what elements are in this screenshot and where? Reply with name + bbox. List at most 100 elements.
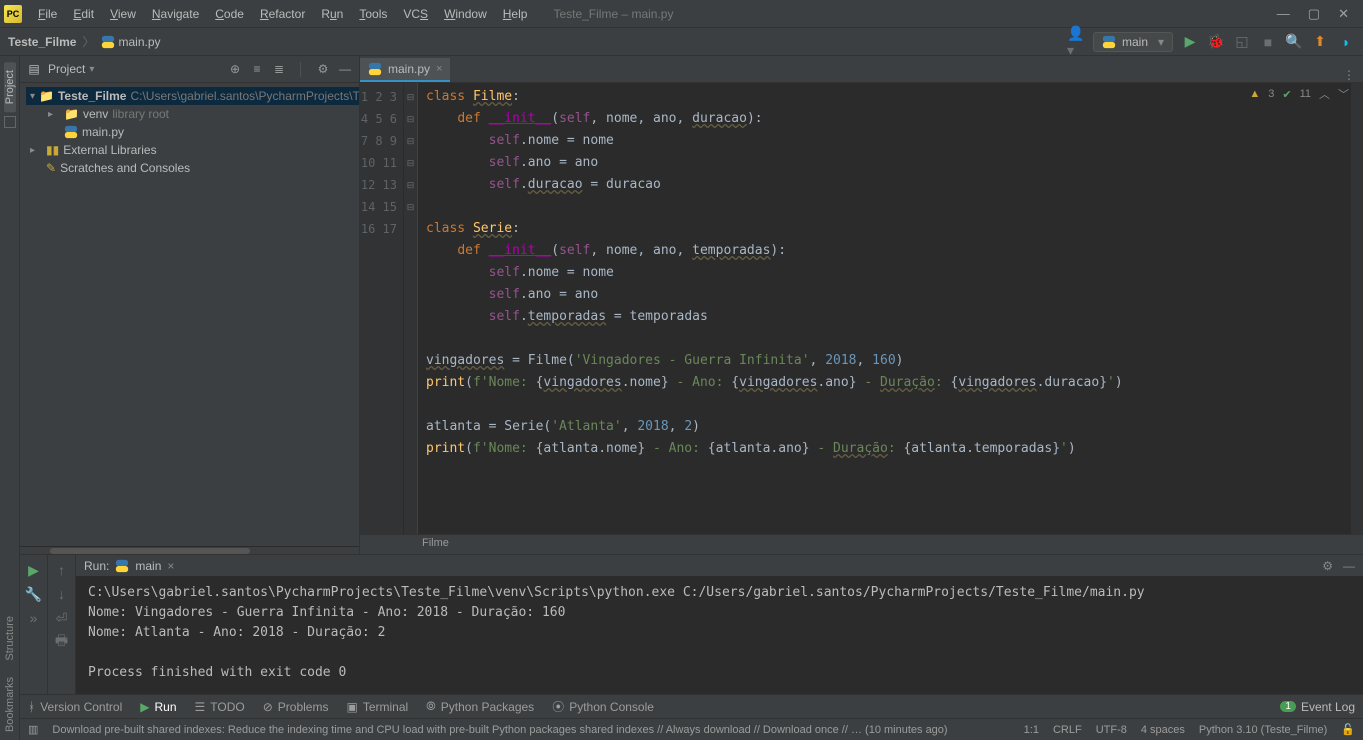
- menu-view[interactable]: View: [104, 5, 142, 23]
- close-tab-icon[interactable]: ×: [436, 63, 442, 75]
- line-number-gutter[interactable]: 1 2 3 4 5 6 7 8 9 10 11 12 13 14 15 16 1…: [360, 83, 404, 534]
- tree-file-main[interactable]: main.py: [26, 123, 359, 141]
- editor-breadcrumbs[interactable]: Filme: [360, 534, 1363, 554]
- status-bar: ▥ Download pre-built shared indexes: Red…: [20, 718, 1363, 740]
- print-icon[interactable]: 🖶: [53, 633, 71, 651]
- chevron-down-icon: ▾: [1158, 35, 1164, 49]
- minimize-button[interactable]: —: [1277, 6, 1290, 22]
- breadcrumb-project[interactable]: Teste_Filme: [8, 35, 76, 49]
- run-settings-icon[interactable]: ⚙: [1322, 559, 1333, 573]
- editor: main.py × ⋮ 1 2 3 4 5 6 7 8 9 10 11 12 1…: [360, 56, 1363, 554]
- tab-main-py[interactable]: main.py ×: [360, 58, 450, 82]
- chevron-down-icon: ▾: [89, 64, 94, 75]
- code-with-me-icon[interactable]: ◗: [1337, 33, 1355, 51]
- tree-external-libs[interactable]: ▸ ▮▮ External Libraries: [26, 141, 359, 159]
- step-down-icon[interactable]: ↓: [53, 585, 71, 603]
- debug-button[interactable]: 🐞: [1207, 33, 1225, 51]
- ide-update-icon[interactable]: ⬆: [1311, 33, 1329, 51]
- divider: │: [293, 61, 309, 77]
- collapse-all-icon[interactable]: ≣: [271, 61, 287, 77]
- project-tree[interactable]: ▾ 📁 Teste_Filme C:\Users\gabriel.santos\…: [20, 83, 359, 546]
- stop-button[interactable]: ■: [1259, 33, 1277, 51]
- run-config-selector[interactable]: main ▾: [1093, 32, 1173, 52]
- step-up-icon[interactable]: ↑: [53, 561, 71, 579]
- run-actions-secondary: ↑ ↓ ⏎ 🖶: [48, 555, 76, 694]
- status-indent[interactable]: 4 spaces: [1141, 724, 1185, 736]
- menu-window[interactable]: Window: [438, 5, 493, 23]
- soft-wrap-icon[interactable]: ⏎: [53, 609, 71, 627]
- hide-icon[interactable]: —: [337, 61, 353, 77]
- settings-icon[interactable]: ⚙: [315, 61, 331, 77]
- titlebar: PC File Edit View Navigate Code Refactor…: [0, 0, 1363, 28]
- event-count-badge: 1: [1280, 701, 1296, 712]
- tool-problems[interactable]: ⊘Problems: [263, 700, 329, 714]
- wrench-icon[interactable]: 🔧: [25, 585, 43, 603]
- window-title: Teste_Filme – main.py: [533, 7, 1266, 21]
- expand-all-icon[interactable]: ≡: [249, 61, 265, 77]
- editor-marker-bar[interactable]: [1351, 83, 1363, 534]
- tool-terminal[interactable]: ▣Terminal: [346, 700, 408, 714]
- bottom-tool-stripe: ᚼVersion Control ▶Run ☰TODO ⊘Problems ▣T…: [20, 694, 1363, 718]
- bookmarks-tool-button[interactable]: [4, 116, 16, 128]
- menu-run[interactable]: Run: [315, 5, 349, 23]
- menu-code[interactable]: Code: [209, 5, 250, 23]
- locate-icon[interactable]: ⊕: [227, 61, 243, 77]
- project-panel-title[interactable]: Project ▾: [48, 62, 94, 76]
- tool-event-log[interactable]: 1 Event Log: [1280, 700, 1355, 714]
- project-tool-button[interactable]: Project: [4, 62, 16, 112]
- tool-python-packages[interactable]: ⦾Python Packages: [426, 699, 534, 714]
- status-line-sep[interactable]: CRLF: [1053, 724, 1082, 736]
- add-user-icon[interactable]: 👤▾: [1067, 33, 1085, 51]
- tool-run[interactable]: ▶Run: [140, 700, 176, 714]
- console-icon: ⦿: [552, 698, 564, 715]
- inspections-widget[interactable]: ▲3 ✔11 ︿ ﹀: [1249, 86, 1349, 102]
- menu-help[interactable]: Help: [497, 5, 534, 23]
- close-button[interactable]: ✕: [1338, 6, 1349, 22]
- menu-tools[interactable]: Tools: [353, 5, 393, 23]
- menu-vcs[interactable]: VCS: [397, 5, 434, 23]
- terminal-icon: ▣: [346, 700, 357, 714]
- console-output[interactable]: C:\Users\gabriel.santos\PycharmProjects\…: [76, 577, 1363, 694]
- project-scrollbar[interactable]: [20, 546, 359, 554]
- down-icon[interactable]: ﹀: [1338, 86, 1349, 102]
- code-area[interactable]: class Filme: def __init__(self, nome, an…: [418, 83, 1351, 534]
- lock-icon[interactable]: 🔓: [1341, 723, 1355, 736]
- rerun-button[interactable]: ▶: [25, 561, 43, 579]
- status-interpreter[interactable]: Python 3.10 (Teste_Filme): [1199, 724, 1327, 736]
- python-file-icon: [101, 35, 115, 49]
- more-run-actions[interactable]: »: [25, 609, 43, 627]
- tool-todo[interactable]: ☰TODO: [195, 700, 245, 714]
- breadcrumb-sep: 〉: [82, 33, 94, 50]
- status-message[interactable]: Download pre-built shared indexes: Reduc…: [52, 724, 1009, 736]
- tool-python-console[interactable]: ⦿Python Console: [552, 698, 654, 715]
- run-label: Run:: [84, 559, 109, 573]
- status-tool-icon[interactable]: ▥: [28, 723, 38, 736]
- maximize-button[interactable]: ▢: [1308, 6, 1320, 22]
- fold-gutter[interactable]: ⊟ ⊟ ⊟ ⊟ ⊟ ⊟: [404, 83, 418, 534]
- close-run-tab-icon[interactable]: ×: [167, 559, 174, 573]
- tool-version-control[interactable]: ᚼVersion Control: [28, 700, 122, 714]
- run-actions-primary: ▶ 🔧 »: [20, 555, 48, 694]
- play-icon: ▶: [140, 700, 149, 714]
- warning-icon: ▲: [1249, 88, 1260, 100]
- run-hide-icon[interactable]: —: [1343, 559, 1355, 573]
- up-icon[interactable]: ︿: [1319, 86, 1330, 102]
- status-encoding[interactable]: UTF-8: [1096, 724, 1127, 736]
- coverage-button[interactable]: ◱: [1233, 33, 1251, 51]
- structure-tool-button[interactable]: Structure: [4, 608, 16, 669]
- project-view-icon: ▤: [26, 61, 42, 77]
- editor-tabs-more[interactable]: ⋮: [1335, 68, 1363, 82]
- breadcrumb-file[interactable]: main.py: [119, 35, 161, 49]
- menu-navigate[interactable]: Navigate: [146, 5, 205, 23]
- bookmarks-tool-button-2[interactable]: Bookmarks: [4, 669, 16, 740]
- run-button[interactable]: ▶: [1181, 33, 1199, 51]
- menu-refactor[interactable]: Refactor: [254, 5, 311, 23]
- search-everywhere-button[interactable]: 🔍: [1285, 33, 1303, 51]
- menu-edit[interactable]: Edit: [67, 5, 100, 23]
- status-caret-pos[interactable]: 1:1: [1024, 724, 1039, 736]
- tree-scratches[interactable]: ▸ ✎ Scratches and Consoles: [26, 159, 359, 177]
- check-icon: ✔: [1282, 88, 1291, 101]
- menu-file[interactable]: File: [32, 5, 63, 23]
- tree-venv[interactable]: ▸ 📁 venv library root: [26, 105, 359, 123]
- tree-root[interactable]: ▾ 📁 Teste_Filme C:\Users\gabriel.santos\…: [26, 87, 359, 105]
